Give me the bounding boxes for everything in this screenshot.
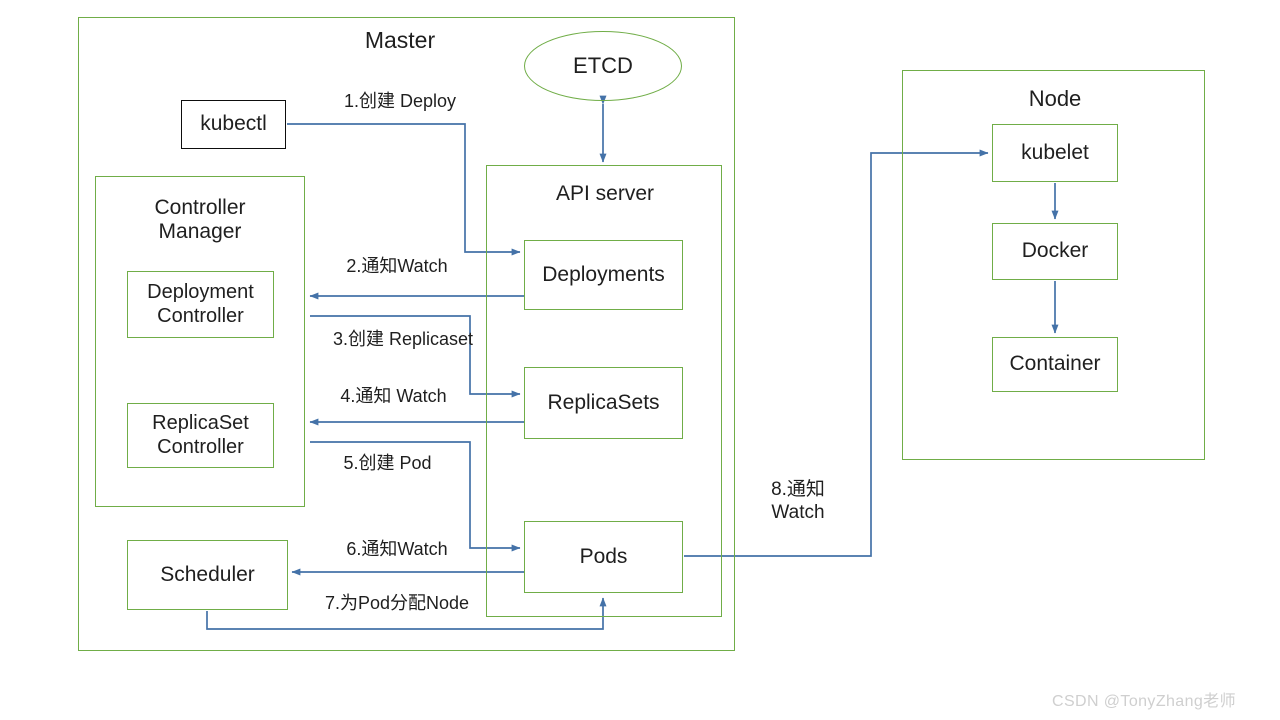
edge-label-3: 3.创建 Replicaset (332, 329, 474, 349)
pods-box[interactable]: Pods (524, 521, 683, 593)
deployments-box[interactable]: Deployments (524, 240, 683, 310)
replicaset-controller-label: ReplicaSet Controller (152, 411, 249, 458)
container-label: Container (1009, 352, 1101, 376)
deployment-controller-box[interactable]: Deployment Controller (127, 271, 274, 338)
replicasets-box[interactable]: ReplicaSets (524, 367, 683, 439)
edge-label-8: 8.通知 Watch (771, 479, 825, 523)
kubectl-label: kubectl (200, 112, 267, 136)
watermark: CSDN @TonyZhang老师 (1052, 693, 1236, 710)
replicasets-label: ReplicaSets (547, 390, 660, 414)
edge-label-7: 7.为Pod分配Node (324, 593, 470, 613)
api-server-title: API server (555, 182, 655, 205)
deployments-label: Deployments (542, 262, 665, 286)
kubelet-label: kubelet (1021, 140, 1089, 164)
edge-label-4: 4.通知 Watch (340, 386, 447, 406)
etcd-label: ETCD (573, 53, 633, 78)
replicaset-controller-box[interactable]: ReplicaSet Controller (127, 403, 274, 468)
docker-box[interactable]: Docker (992, 223, 1118, 280)
kubelet-box[interactable]: kubelet (992, 124, 1118, 182)
diagram-canvas: Master kubectl Controller Manager Deploy… (0, 0, 1280, 720)
edge-label-5: 5.创建 Pod (343, 453, 432, 473)
pods-label: Pods (579, 544, 628, 568)
scheduler-label: Scheduler (160, 562, 255, 586)
deployment-controller-label: Deployment Controller (147, 280, 254, 327)
scheduler-box[interactable]: Scheduler (127, 540, 288, 610)
edge-label-2: 2.通知Watch (346, 256, 448, 276)
etcd-ellipse[interactable]: ETCD (524, 31, 682, 101)
master-title: Master (364, 27, 436, 53)
node-title: Node (1028, 86, 1082, 111)
edge-label-1: 1.创建 Deploy (343, 91, 457, 111)
docker-label: Docker (1021, 239, 1089, 263)
controller-manager-title: Controller Manager (154, 196, 246, 244)
edge-label-6: 6.通知Watch (346, 539, 448, 559)
container-box-node[interactable]: Container (992, 337, 1118, 392)
kubectl-box[interactable]: kubectl (181, 100, 286, 149)
